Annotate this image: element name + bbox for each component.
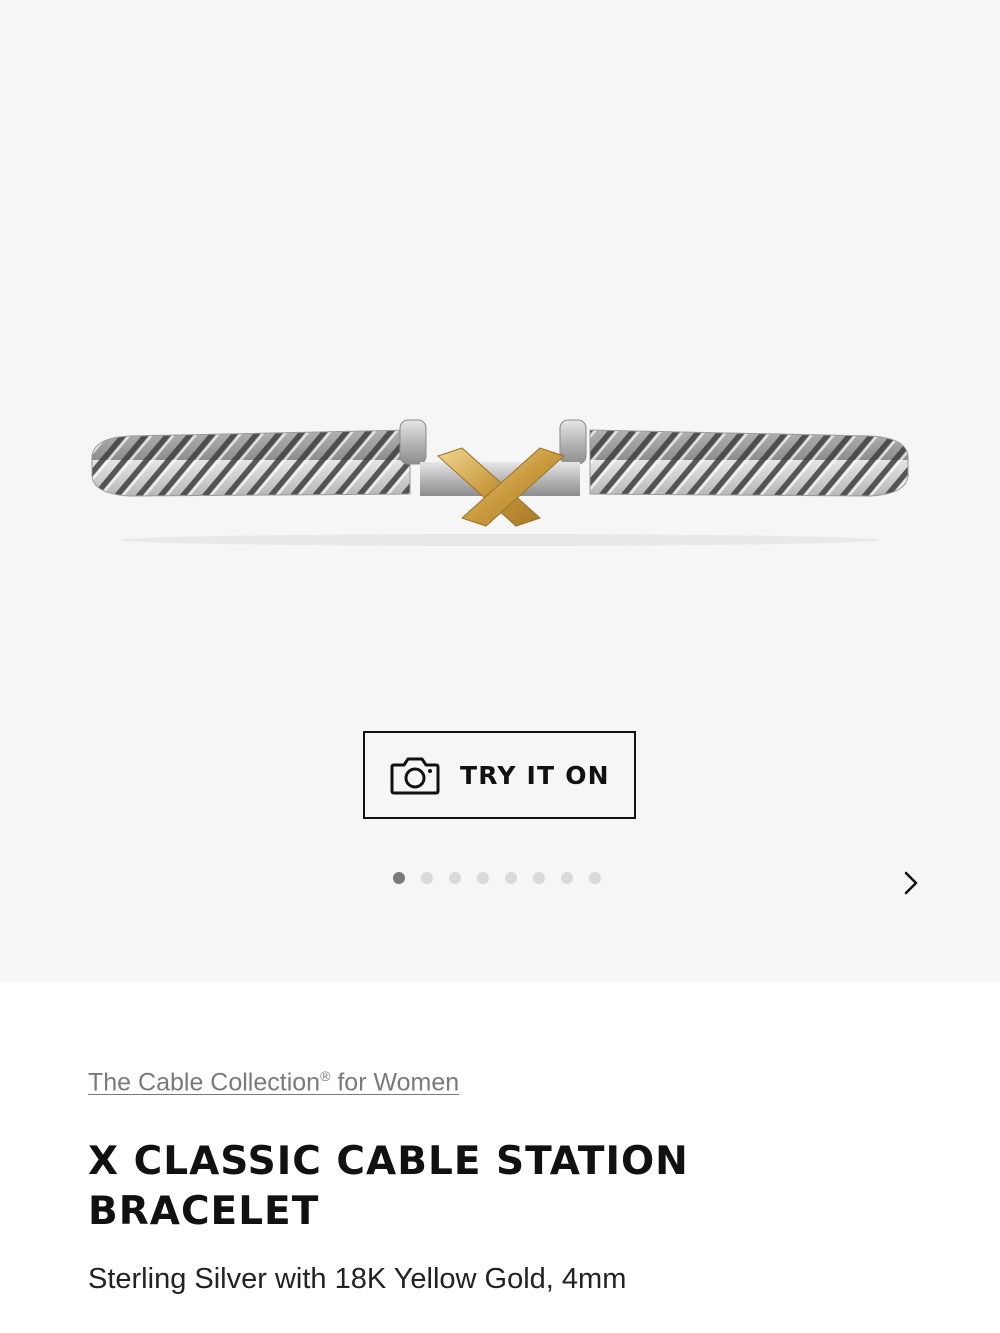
carousel-dot[interactable] [449,872,461,884]
carousel-dot[interactable] [589,872,601,884]
product-image [91,419,909,546]
collection-link[interactable]: The Cable Collection® for Women [88,1068,459,1097]
chevron-right-icon[interactable] [896,868,926,898]
try-it-on-button[interactable]: TRY IT ON [363,731,636,819]
product-title: X CLASSIC CABLE STATION BRACELET [88,1139,689,1235]
try-it-on-label: TRY IT ON [460,760,610,790]
carousel-dot[interactable] [421,872,433,884]
collection-link-text: The Cable Collection [88,1068,321,1097]
product-subtitle: Sterling Silver with 18K Yellow Gold, 4m… [88,1263,627,1296]
carousel-dot[interactable] [533,872,545,884]
registered-mark: ® [320,1068,331,1084]
product-info: The Cable Collection® for Women X CLASSI… [88,1068,948,1296]
carousel-dot[interactable] [561,872,573,884]
carousel-dot[interactable] [477,872,489,884]
camera-icon [390,757,440,795]
carousel-pagination [393,872,601,884]
carousel-dot[interactable] [505,872,517,884]
carousel-dot[interactable] [393,872,405,884]
product-image-gallery[interactable]: TRY IT ON [0,0,1000,982]
collection-link-suffix: for Women [330,1068,460,1097]
